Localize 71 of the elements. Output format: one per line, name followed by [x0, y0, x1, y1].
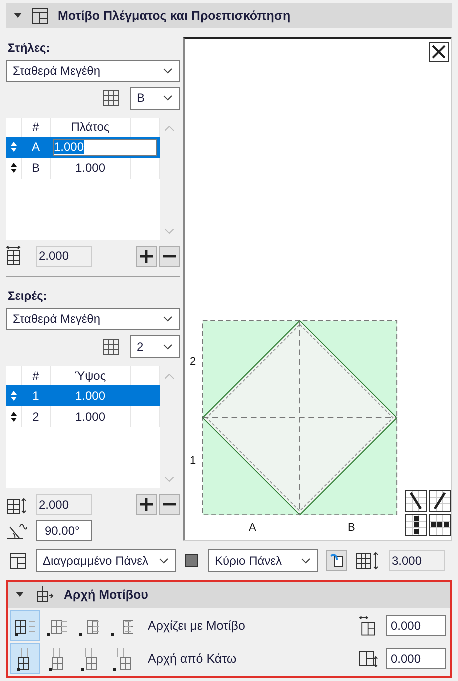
height-field: 3.000 — [389, 550, 445, 571]
column-label: A — [249, 522, 256, 534]
grid-pattern-icon — [30, 6, 50, 26]
collapse-icon[interactable] — [16, 592, 24, 598]
columns-grid-icon — [102, 89, 120, 108]
origin-icon — [34, 585, 54, 605]
view-mode-icon — [406, 491, 426, 511]
row-label: 1 — [190, 455, 196, 467]
panel-icon — [8, 550, 28, 570]
offset-input[interactable]: 0.000 — [386, 615, 446, 636]
transfer-icon — [328, 552, 344, 568]
count-dropdown[interactable]: B — [130, 86, 180, 110]
count-dropdown[interactable]: 2 — [130, 335, 180, 358]
height-grid-icon — [355, 552, 381, 570]
origin-label: Αρχή από Κάτω — [148, 652, 238, 666]
chevron-icon — [163, 68, 173, 74]
row-id: 2 — [32, 410, 40, 424]
row-value: 1.000 — [75, 388, 106, 403]
angle-input[interactable]: 90.00° — [36, 520, 92, 542]
row-value: 1.000 — [75, 161, 106, 176]
table-row[interactable]: 1 1.000 — [6, 385, 160, 406]
view-mode-button[interactable] — [429, 514, 451, 536]
panel-title: Μοτίβο Πλέγματος και Προεπισκόπηση — [58, 8, 291, 22]
row-label: 2 — [190, 356, 196, 368]
drag-handle-icon[interactable] — [10, 390, 18, 401]
chevron-icon — [163, 344, 173, 350]
drag-handle-icon[interactable] — [10, 142, 18, 152]
origin-option-button[interactable] — [10, 610, 40, 641]
chevron-icon — [163, 95, 173, 102]
square-icon — [184, 552, 200, 568]
mode-dropdown[interactable]: Σταθερά Μεγέθη — [6, 308, 180, 330]
transfer-button[interactable] — [326, 550, 347, 571]
frame-type-dropdown[interactable]: Διαγραμμένο Πάνελ — [36, 549, 176, 572]
origin-option-button[interactable] — [10, 643, 40, 674]
close-button[interactable] — [429, 42, 449, 62]
horizontal-offset-icon — [359, 614, 375, 637]
column-label: B — [348, 522, 356, 534]
chevron-icon — [159, 558, 169, 564]
view-mode-button[interactable] — [405, 490, 427, 512]
remove-button[interactable] — [159, 246, 180, 267]
section-label: Σειρές: — [8, 289, 48, 304]
row-id: B — [32, 161, 40, 176]
remove-button[interactable] — [159, 494, 180, 516]
total-field: 2.000 — [36, 494, 92, 516]
offset-input[interactable]: 0.000 — [386, 648, 446, 669]
total-field: 2.000 — [36, 246, 92, 267]
drag-handle-icon[interactable] — [10, 412, 18, 422]
plus-icon — [140, 498, 153, 512]
vertical-offset-icon — [359, 650, 378, 666]
row-id: A — [32, 140, 40, 154]
add-button[interactable] — [136, 494, 157, 516]
chevron-icon — [301, 558, 311, 564]
view-mode-icon — [406, 515, 426, 535]
plus-icon — [140, 250, 153, 263]
collapse-icon[interactable] — [14, 12, 22, 18]
origin-label: Αρχίζει με Μοτίβο — [148, 618, 246, 632]
view-mode-button[interactable] — [405, 514, 427, 536]
panel-type-dropdown[interactable]: Κύριο Πάνελ — [208, 549, 318, 572]
row-value: 1.000 — [75, 410, 106, 424]
chevron-icon — [163, 316, 173, 322]
rows-grid-icon — [102, 338, 120, 356]
row-id: 1 — [32, 388, 40, 403]
mode-dropdown[interactable]: Σταθερά Μεγέθη — [6, 60, 180, 82]
section-label: Στήλες: — [8, 41, 52, 55]
table-row[interactable]: A 1.000 — [6, 136, 160, 158]
drag-handle-icon[interactable] — [10, 163, 18, 174]
add-button[interactable] — [136, 246, 157, 267]
value-input[interactable]: 1.000 — [53, 138, 157, 156]
close-icon — [430, 43, 448, 61]
view-mode-button[interactable] — [429, 490, 451, 512]
section-title: Αρχή Μοτίβου — [64, 588, 148, 602]
